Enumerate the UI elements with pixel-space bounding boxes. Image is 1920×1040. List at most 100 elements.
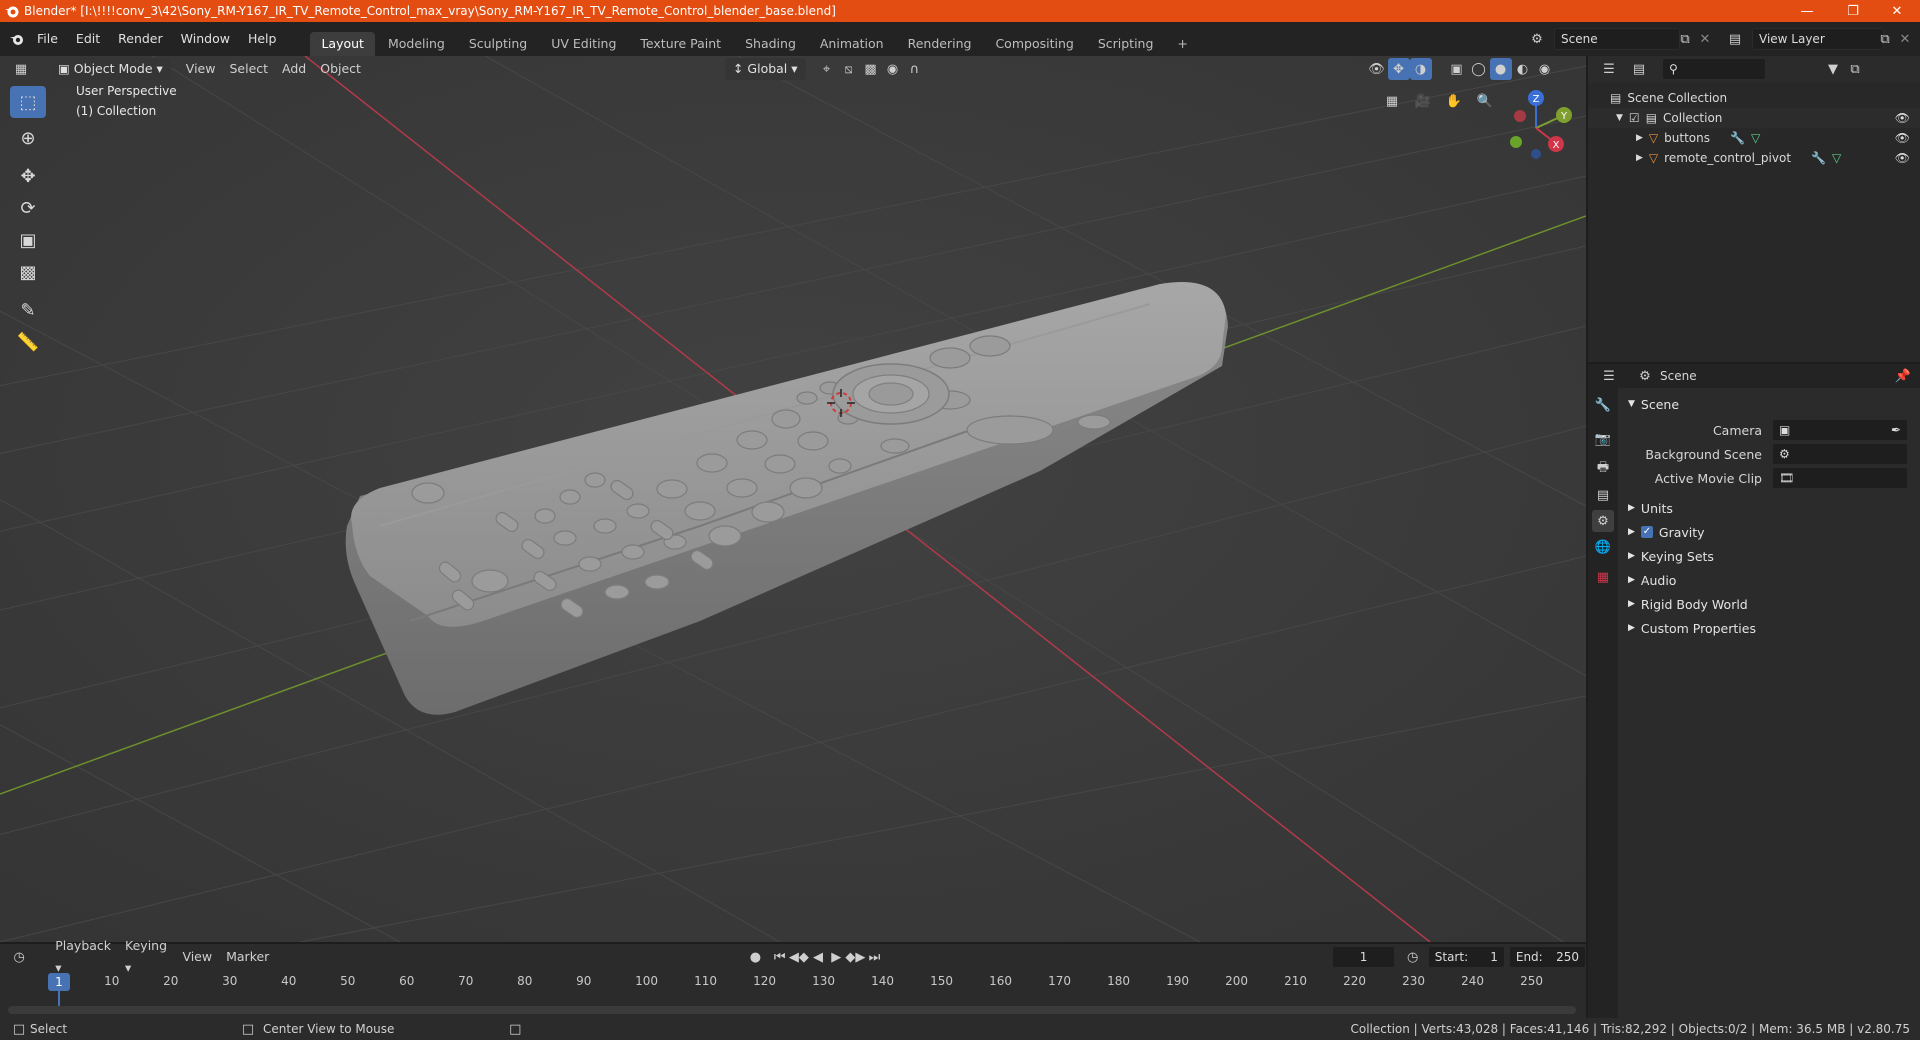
modifier-icon[interactable]: 🔧 (1730, 131, 1745, 145)
render-tab-icon[interactable]: 📷 (1592, 428, 1614, 450)
shading-wireframe-icon[interactable]: ◯ (1468, 58, 1490, 80)
expand-arrow-icon[interactable]: ▶ (1636, 133, 1643, 143)
tab-modeling[interactable]: Modeling (377, 32, 456, 56)
mesh-data-icon[interactable]: ▽ (1832, 151, 1841, 165)
tab-sculpting[interactable]: Sculpting (458, 32, 538, 56)
shading-material-icon[interactable]: ◐ (1512, 58, 1534, 80)
rigid-body-world-panel-header[interactable]: ▶ Rigid Body World (1622, 592, 1920, 616)
world-tab-icon[interactable]: 🌐 (1592, 536, 1614, 558)
preview-range-icon[interactable]: ◷ (1403, 946, 1421, 968)
menu-window[interactable]: Window (172, 22, 239, 56)
scale-tool-icon[interactable]: ▣ (10, 224, 46, 256)
zoom-view-icon[interactable]: 🔍 (1474, 90, 1496, 112)
next-keyframe-icon[interactable]: ◆▶ (845, 946, 865, 968)
pin-icon[interactable]: 📌 (1892, 365, 1914, 387)
scene-tab-icon[interactable]: ⚙ (1592, 510, 1614, 532)
add-workspace-icon[interactable]: + (1166, 32, 1198, 56)
eye-icon[interactable]: 👁 (1895, 151, 1910, 165)
gravity-checkbox-icon[interactable]: ✓ (1640, 526, 1653, 538)
minimize-icon[interactable]: — (1784, 0, 1830, 22)
output-tab-icon[interactable]: 🖶 (1592, 458, 1614, 480)
timeline-menu-view[interactable]: View (175, 946, 219, 968)
outliner-collection[interactable]: ▼ ☑ ▤ Collection 👁 (1588, 108, 1920, 128)
select-box-tool-icon[interactable]: ⬚ (10, 86, 46, 118)
timeline-menu-marker[interactable]: Marker (219, 946, 276, 968)
viewport-menu-select[interactable]: Select (222, 58, 275, 80)
prev-keyframe-icon[interactable]: ◀◆ (789, 946, 809, 968)
snap-icon[interactable]: ⧅ (838, 58, 860, 80)
mesh-data-icon[interactable]: ▽ (1751, 131, 1760, 145)
gravity-panel-header[interactable]: ▶ ✓ Gravity (1622, 520, 1920, 544)
viewport-menu-add[interactable]: Add (275, 58, 313, 80)
toggle-perspective-icon[interactable]: ▦ (1381, 90, 1403, 112)
snap-target-icon[interactable]: ▩ (860, 58, 882, 80)
tab-animation[interactable]: Animation (809, 32, 895, 56)
collapse-arrow-icon[interactable]: ▼ (1616, 113, 1623, 123)
gizmo-toggle-icon[interactable]: ✥ (1387, 58, 1410, 80)
annotate-tool-icon[interactable]: ✎ (10, 294, 46, 326)
eye-icon[interactable]: 👁 (1895, 131, 1910, 145)
menu-render[interactable]: Render (109, 22, 172, 56)
remote-control-model[interactable] (0, 56, 1586, 942)
tab-layout[interactable]: Layout (310, 32, 375, 56)
pivot-point-icon[interactable]: ⌖ (816, 58, 838, 80)
view-layer-icon[interactable]: ▤ (1724, 28, 1746, 50)
rotate-tool-icon[interactable]: ⟳ (10, 192, 46, 224)
display-mode-icon[interactable]: ▤ (1628, 58, 1650, 80)
checkbox-icon[interactable]: ☑ (1629, 111, 1640, 125)
menu-file[interactable]: File (28, 22, 67, 56)
scene-section-header[interactable]: ▼ Scene (1622, 392, 1920, 416)
outliner-editor-type-icon[interactable]: ☰ (1598, 58, 1620, 80)
expand-arrow-icon[interactable]: ▶ (1636, 153, 1643, 163)
camera-field[interactable]: ▣ ✒ (1772, 419, 1908, 441)
filter-icon[interactable]: ▼ (1822, 58, 1844, 80)
tab-scripting[interactable]: Scripting (1087, 32, 1165, 56)
navigation-gizmo[interactable]: Z Y X (1496, 86, 1576, 166)
tab-rendering[interactable]: Rendering (897, 32, 983, 56)
playhead[interactable]: 1 (48, 973, 70, 991)
pan-view-icon[interactable]: ✋ (1443, 90, 1465, 112)
move-tool-icon[interactable]: ✥ (10, 160, 46, 192)
shading-rendered-icon[interactable]: ◉ (1534, 58, 1556, 80)
new-collection-icon[interactable]: ⧉ (1844, 58, 1866, 80)
outliner-scene-collection[interactable]: ▤ Scene Collection (1588, 88, 1920, 108)
object-mode-dropdown[interactable]: ▣ Object Mode ▾ (50, 58, 171, 80)
eyedropper-icon[interactable]: ✒ (1891, 423, 1901, 437)
tool-tab-icon[interactable]: 🔧 (1592, 394, 1614, 416)
timeline-editor-type-icon[interactable]: ◷ (10, 946, 28, 968)
properties-editor-type-icon[interactable]: ☰ (1598, 365, 1620, 387)
jump-start-icon[interactable]: ⏮ (771, 946, 789, 968)
transform-orientation-dropdown[interactable]: ↕ Global ▾ (724, 58, 806, 80)
texture-tab-icon[interactable]: ▦ (1592, 566, 1614, 588)
view-layer-tab-icon[interactable]: ▤ (1592, 484, 1614, 506)
frame-ruler[interactable]: 1 10 20 30 40 50 60 70 80 90 100 110 120 130 140 150 16… (0, 972, 1586, 1013)
record-icon[interactable]: ● (746, 946, 764, 968)
transform-tool-icon[interactable]: ▩ (10, 256, 46, 288)
start-frame-field[interactable]: Start: 1 (1427, 946, 1505, 968)
timeline-scrollbar[interactable] (8, 1006, 1576, 1014)
xray-toggle-icon[interactable]: ▣ (1446, 58, 1468, 80)
tab-texture-paint[interactable]: Texture Paint (629, 32, 732, 56)
jump-end-icon[interactable]: ⏭ (865, 946, 883, 968)
end-frame-field[interactable]: End: 250 (1508, 946, 1586, 968)
movie-clip-field[interactable]: 🎞 (1772, 467, 1908, 489)
custom-properties-panel-header[interactable]: ▶ Custom Properties (1622, 616, 1920, 640)
outliner-search-input[interactable]: ⚲ (1662, 58, 1766, 80)
audio-panel-header[interactable]: ▶ Audio (1622, 568, 1920, 592)
measure-tool-icon[interactable]: 📏 (10, 326, 46, 358)
editor-type-icon[interactable]: ▦ (10, 58, 32, 80)
viewport-menu-object[interactable]: Object (313, 58, 368, 80)
proportional-editing-icon[interactable]: ◉ (882, 58, 904, 80)
current-frame-field[interactable]: 1 (1331, 946, 1396, 968)
shading-solid-icon[interactable]: ● (1489, 58, 1512, 80)
viewport-menu-view[interactable]: View (179, 58, 223, 80)
3d-cursor-icon[interactable] (826, 388, 856, 418)
tab-shading[interactable]: Shading (734, 32, 807, 56)
scene-selector-icon[interactable]: ⚙ (1526, 28, 1548, 50)
menu-help[interactable]: Help (239, 22, 286, 56)
play-icon[interactable]: ▶ (827, 946, 845, 968)
modifier-icon[interactable]: 🔧 (1811, 151, 1826, 165)
falloff-icon[interactable]: ∩ (904, 58, 926, 80)
eye-icon[interactable]: 👁 (1895, 111, 1910, 125)
scene-field[interactable]: Scene (1554, 28, 1680, 50)
